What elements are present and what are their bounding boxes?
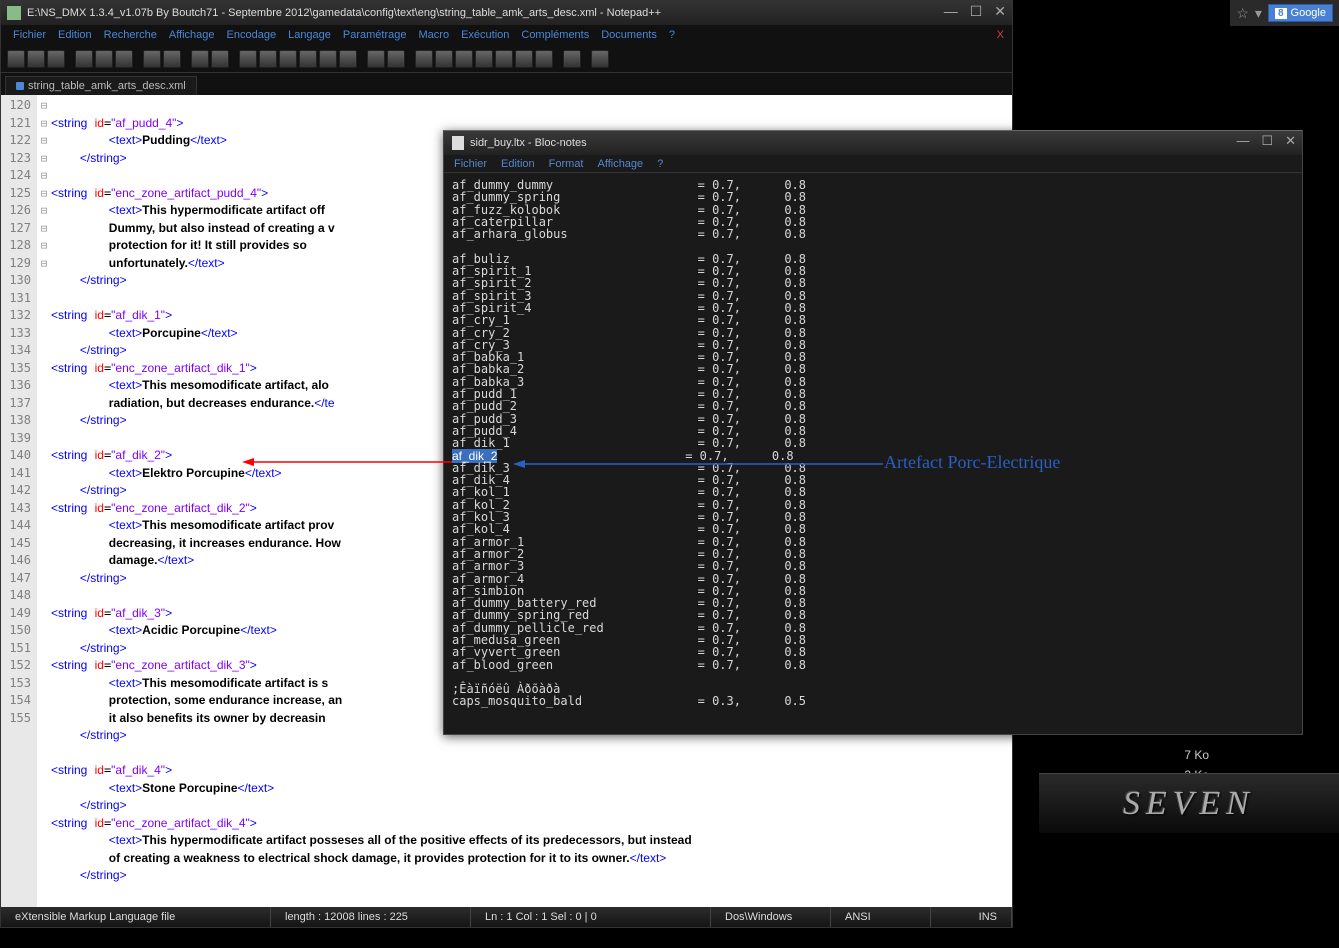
npp-tab-active[interactable]: string_table_amk_arts_desc.xml (5, 76, 197, 95)
np-text-area[interactable]: af_dummy_dummy = 0.7, 0.8 af_dummy_sprin… (444, 173, 1302, 734)
toolbar-button[interactable] (143, 50, 161, 68)
np-menu-item[interactable]: Fichier (454, 158, 487, 170)
npp-menu-item[interactable]: Edition (58, 29, 92, 41)
dropdown-icon[interactable]: ▾ (1255, 5, 1262, 22)
npp-menu-item[interactable]: Paramétrage (343, 29, 407, 41)
toolbar-button[interactable] (191, 50, 209, 68)
np-menu-item[interactable]: Affichage (598, 158, 644, 170)
status-eol: Dos\Windows (711, 907, 831, 927)
toolbar-button[interactable] (75, 50, 93, 68)
np-titlebar[interactable]: sidr_buy.ltx - Bloc-notes — ☐ ✕ (444, 131, 1302, 155)
file-size: 7 Ko (1184, 745, 1209, 765)
toolbar-button[interactable] (259, 50, 277, 68)
toolbar-button[interactable] (495, 50, 513, 68)
npp-menu-item[interactable]: Exécution (461, 29, 509, 41)
status-length: length : 12008 lines : 225 (271, 907, 471, 927)
minimize-icon[interactable]: — (1236, 133, 1249, 149)
toolbar-button[interactable] (515, 50, 533, 68)
np-menu-item[interactable]: ? (657, 158, 663, 170)
status-ins: INS (931, 907, 1012, 927)
npp-menu-item[interactable]: Fichier (13, 29, 46, 41)
np-menu-item[interactable]: Edition (501, 158, 535, 170)
toolbar-button[interactable] (7, 50, 25, 68)
npp-menu-item[interactable]: Macro (419, 29, 450, 41)
google-g-icon: 8 (1275, 8, 1287, 19)
np-menubar: Fichier Edition Format Affichage? (444, 155, 1302, 173)
status-lang: eXtensible Markup Language file (1, 907, 271, 927)
toolbar-button[interactable] (591, 50, 609, 68)
npp-titlebar[interactable]: E:\NS_DMX 1.3.4_v1.07b By Boutch71 - Sep… (1, 1, 1012, 25)
tab-dot-icon (16, 82, 24, 90)
toolbar-button[interactable] (239, 50, 257, 68)
status-pos: Ln : 1 Col : 1 Sel : 0 | 0 (471, 907, 711, 927)
maximize-icon[interactable]: ☐ (970, 3, 983, 20)
np-menu-item[interactable]: Format (549, 158, 584, 170)
npp-tabbar: string_table_amk_arts_desc.xml (1, 73, 1012, 95)
toolbar-button[interactable] (319, 50, 337, 68)
npp-menu-item[interactable]: X (997, 29, 1004, 41)
npp-menu-item[interactable]: Langage (288, 29, 331, 41)
toolbar-button[interactable] (563, 50, 581, 68)
bookmark-star-icon[interactable]: ☆ (1236, 5, 1249, 22)
npp-tab-label: string_table_amk_arts_desc.xml (28, 80, 186, 92)
search-label: Google (1291, 7, 1326, 19)
toolbar-button[interactable] (475, 50, 493, 68)
maximize-icon[interactable]: ☐ (1261, 133, 1273, 149)
line-number-gutter: 120 121 122 123 124 125 126 127 128 129 … (1, 95, 37, 907)
toolbar-button[interactable] (95, 50, 113, 68)
npp-menu-item[interactable]: Encodage (227, 29, 277, 41)
close-icon[interactable]: ✕ (1285, 133, 1296, 149)
seven-logo: SEVEN (1039, 773, 1339, 833)
np-title-text: sidr_buy.ltx - Bloc-notes (470, 137, 587, 149)
notepad-window: sidr_buy.ltx - Bloc-notes — ☐ ✕ Fichier E… (443, 130, 1303, 735)
npp-menu-item[interactable]: Compléments (521, 29, 589, 41)
toolbar-button[interactable] (163, 50, 181, 68)
toolbar-button[interactable] (535, 50, 553, 68)
npp-menu-item[interactable]: ? (669, 29, 675, 41)
toolbar-button[interactable] (115, 50, 133, 68)
toolbar-button[interactable] (339, 50, 357, 68)
toolbar-button[interactable] (387, 50, 405, 68)
npp-menu-item[interactable]: Recherche (104, 29, 157, 41)
npp-title-text: E:\NS_DMX 1.3.4_v1.07b By Boutch71 - Sep… (27, 7, 661, 19)
npp-menubar: Fichier Edition Recherche Affichage Encodage… (1, 25, 1012, 45)
npp-menu-item[interactable]: Documents (601, 29, 657, 41)
search-engine-button[interactable]: 8 Google (1268, 4, 1333, 22)
npp-menu-item[interactable]: Affichage (169, 29, 215, 41)
toolbar-button[interactable] (415, 50, 433, 68)
close-icon[interactable]: ✕ (994, 3, 1006, 20)
npp-statusbar: eXtensible Markup Language file length :… (1, 907, 1012, 927)
toolbar-button[interactable] (367, 50, 385, 68)
fold-column[interactable]: ⊟ ⊟ ⊟ ⊟ ⊟ ⊟ ⊟ ⊟ ⊟ ⊟ (37, 95, 51, 907)
browser-toolbar: ☆ ▾ 8 Google (1230, 0, 1339, 26)
npp-toolbar (1, 45, 1012, 73)
status-enc: ANSI (831, 907, 931, 927)
minimize-icon[interactable]: — (944, 3, 958, 20)
toolbar-button[interactable] (455, 50, 473, 68)
annotation-label: Artefact Porc-Electrique (884, 452, 1060, 473)
toolbar-button[interactable] (47, 50, 65, 68)
npp-app-icon (7, 6, 21, 20)
toolbar-button[interactable] (299, 50, 317, 68)
toolbar-button[interactable] (27, 50, 45, 68)
toolbar-button[interactable] (435, 50, 453, 68)
toolbar-button[interactable] (211, 50, 229, 68)
toolbar-button[interactable] (279, 50, 297, 68)
np-app-icon (452, 136, 464, 150)
